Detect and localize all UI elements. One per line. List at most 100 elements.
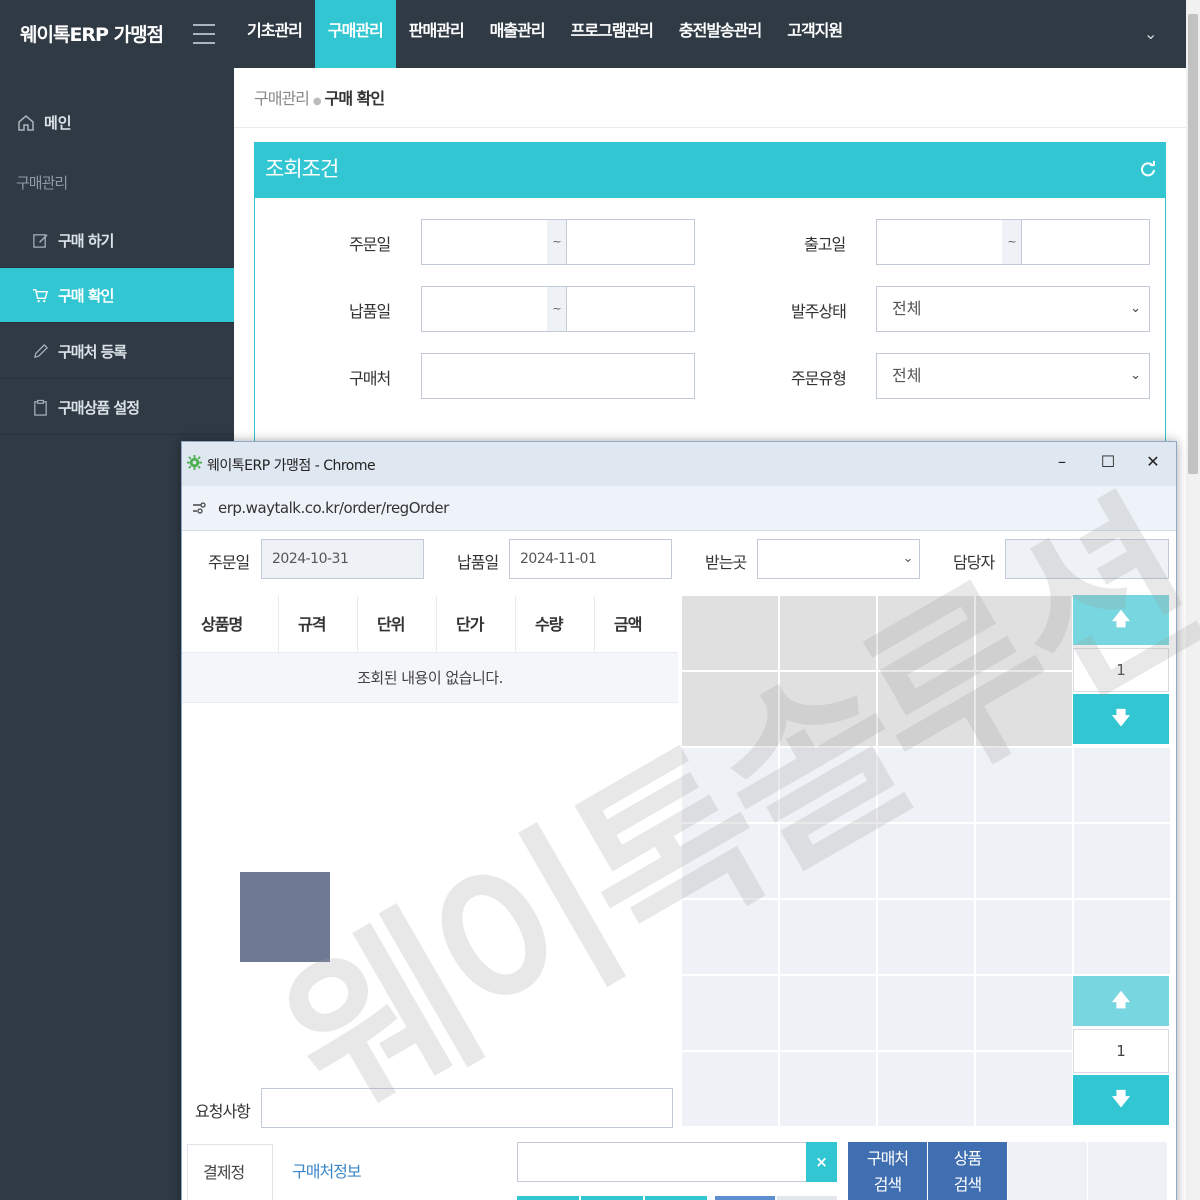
popup-address-bar[interactable]: erp.waytalk.co.kr/order/regOrder [182, 486, 1176, 531]
sidebar-item-purchase[interactable]: 구매 하기 [0, 213, 234, 268]
minimize-icon[interactable]: – [1050, 452, 1074, 471]
page-up-button[interactable]: 🡅 [1073, 976, 1169, 1026]
grid-cell[interactable] [780, 976, 876, 1050]
grid-cell[interactable] [976, 596, 1072, 670]
grid-cell[interactable] [976, 748, 1072, 822]
grid-cell[interactable] [1074, 748, 1170, 822]
refresh-icon[interactable] [1139, 160, 1157, 178]
receiver-select[interactable]: ⌄ [757, 539, 920, 579]
order-status-select[interactable]: 전체 ⌄ [876, 286, 1150, 332]
nav-item-program[interactable]: 프로그램관리 [558, 0, 666, 68]
order-date-from-input[interactable] [421, 219, 548, 265]
chevron-down-icon[interactable]: ⌄ [1144, 24, 1157, 43]
maximize-icon[interactable]: ☐ [1096, 452, 1120, 471]
grid-cell[interactable] [682, 900, 778, 974]
page-scrollbar-thumb[interactable] [1188, 14, 1198, 474]
grid-cell[interactable] [976, 824, 1072, 898]
page-up-button[interactable]: 🡅 [1073, 595, 1169, 645]
order-status-value: 전체 [892, 299, 922, 318]
filter-button[interactable] [715, 1196, 775, 1200]
nav-item-revenue[interactable]: 매출관리 [477, 0, 558, 68]
order-date-to-input[interactable] [566, 219, 695, 265]
vendor-search-button[interactable]: 구매처 검색 [848, 1142, 927, 1200]
nav-item-basic[interactable]: 기초관리 [234, 0, 315, 68]
delivery-date-to-input[interactable] [566, 286, 695, 332]
delivery-date-field[interactable]: 2024-11-01 [509, 539, 672, 579]
filter-button[interactable] [517, 1196, 579, 1200]
popup-url[interactable]: erp.waytalk.co.kr/order/regOrder [218, 499, 449, 517]
order-date-field[interactable]: 2024-10-31 [261, 539, 424, 579]
grid-cell[interactable] [682, 824, 778, 898]
grid-cell[interactable] [780, 1052, 876, 1126]
search-panel-title: 조회조건 [265, 157, 339, 181]
grid-cell[interactable] [878, 900, 974, 974]
clear-search-button[interactable]: × [806, 1142, 837, 1182]
nav-item-charge[interactable]: 충전발송관리 [666, 0, 774, 68]
grid-cell[interactable] [682, 672, 778, 746]
grid-cell[interactable] [976, 1052, 1072, 1126]
sidebar-item-home[interactable]: 메인 [16, 112, 72, 133]
breadcrumb-parent[interactable]: 구매관리 [254, 89, 310, 108]
grid-cell[interactable] [780, 748, 876, 822]
grid-cell[interactable] [682, 596, 778, 670]
search-panel-header: 조회조건 [255, 143, 1165, 198]
grid-cell[interactable] [878, 672, 974, 746]
vendor-input[interactable] [421, 353, 695, 399]
close-icon[interactable]: ✕ [1141, 452, 1165, 471]
page-down-button[interactable]: 🡇 [1073, 694, 1169, 744]
tab-vendor-info[interactable]: 구매처정보 [277, 1144, 376, 1200]
tab-payment-info[interactable]: 결제정보 [187, 1144, 273, 1200]
grid-cell[interactable] [976, 672, 1072, 746]
manager-field[interactable] [1005, 539, 1169, 579]
filter-button[interactable] [581, 1196, 643, 1200]
product-search-button[interactable]: 상품 검색 [928, 1142, 1007, 1200]
order-type-value: 전체 [892, 366, 922, 385]
request-input[interactable] [261, 1088, 673, 1128]
grid-cell[interactable] [780, 672, 876, 746]
grid-cell[interactable] [878, 596, 974, 670]
grid-cell[interactable] [1074, 824, 1170, 898]
menu-toggle-icon[interactable] [193, 24, 215, 44]
edit-icon [33, 233, 48, 248]
vendor-label: 구매처 [349, 369, 391, 388]
ship-date-to-input[interactable] [1021, 219, 1150, 265]
popup-window: 웨이톡ERP 가맹점 - Chrome – ☐ ✕ erp.waytalk.co… [181, 441, 1177, 1200]
nav-item-purchase[interactable]: 구매관리 [314, 0, 396, 68]
filter-button[interactable] [645, 1196, 707, 1200]
grid-cell[interactable] [1088, 1142, 1167, 1200]
ship-date-from-input[interactable] [876, 219, 1003, 265]
nav-item-sales[interactable]: 판매관리 [396, 0, 477, 68]
sidebar-section-title: 구매관리 [16, 174, 68, 192]
site-settings-icon[interactable] [191, 500, 207, 516]
grid-cell[interactable] [1074, 900, 1170, 974]
grid-cell[interactable] [682, 748, 778, 822]
grid-cell[interactable] [682, 976, 778, 1050]
sidebar-item-vendor-register[interactable]: 구매처 등록 [0, 324, 234, 379]
col-spec: 규격 [279, 596, 358, 652]
grid-cell[interactable] [976, 976, 1072, 1050]
grid-cell[interactable] [878, 824, 974, 898]
grid-cell[interactable] [1008, 1142, 1087, 1200]
sidebar-item-product-settings[interactable]: 구매상품 설정 [0, 380, 234, 435]
order-type-select[interactable]: 전체 ⌄ [876, 353, 1150, 399]
grid-cell[interactable] [780, 900, 876, 974]
order-date-label: 주문일 [208, 553, 250, 572]
product-search-label-2: 검색 [953, 1175, 982, 1194]
filter-button[interactable] [777, 1196, 837, 1200]
delivery-date-from-input[interactable] [421, 286, 548, 332]
grid-cell[interactable] [976, 900, 1072, 974]
order-status-label: 발주상태 [791, 302, 847, 321]
nav-item-support[interactable]: 고객지원 [774, 0, 855, 68]
grid-cell[interactable] [682, 1052, 778, 1126]
sidebar-item-purchase-check[interactable]: 구매 확인 [0, 268, 234, 323]
search-input[interactable] [517, 1142, 837, 1182]
grid-cell[interactable] [780, 596, 876, 670]
grid-cell[interactable] [878, 976, 974, 1050]
product-search-label-1: 상품 [953, 1149, 982, 1168]
grid-cell[interactable] [878, 748, 974, 822]
grid-cell[interactable] [878, 1052, 974, 1126]
popup-title-bar[interactable]: 웨이톡ERP 가맹점 - Chrome – ☐ ✕ [182, 442, 1176, 486]
grid-cell[interactable] [780, 824, 876, 898]
brand-logo[interactable]: 웨이톡ERP 가맹점 [20, 20, 164, 47]
page-down-button[interactable]: 🡇 [1073, 1075, 1169, 1125]
